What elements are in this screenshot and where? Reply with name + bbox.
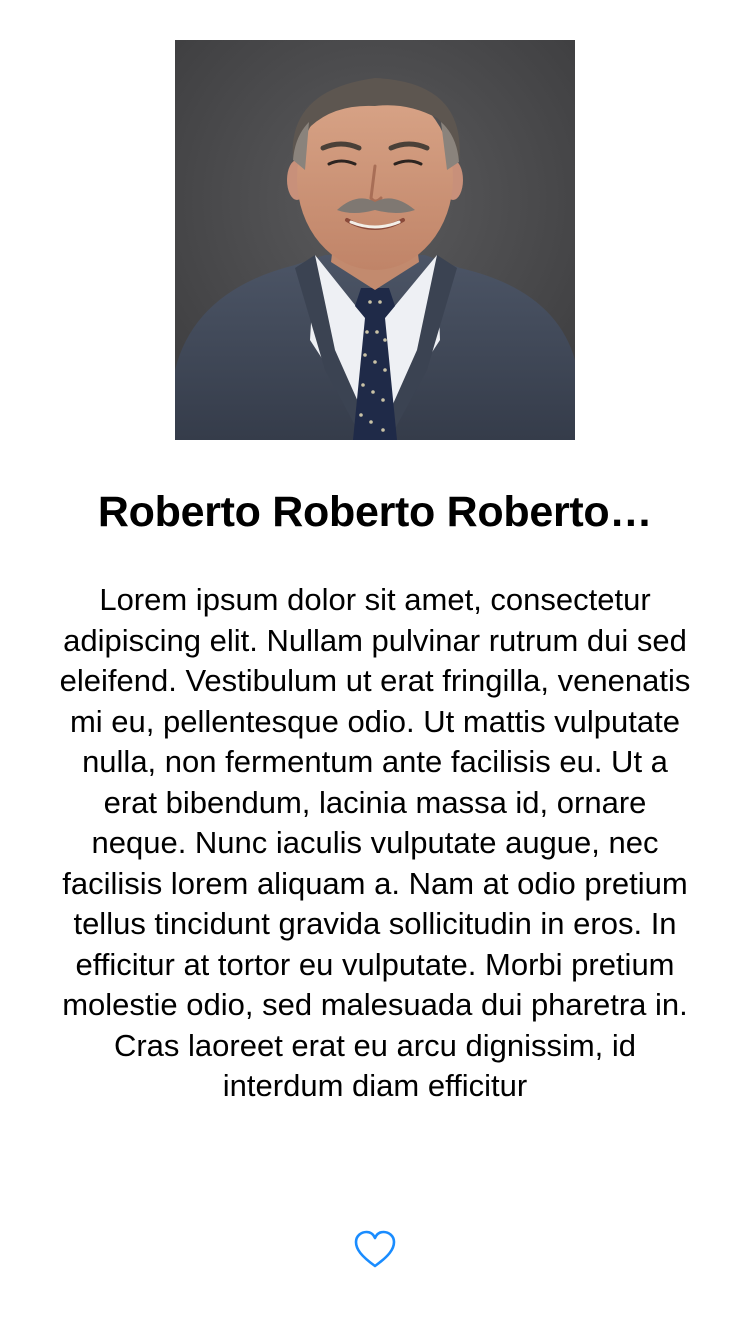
heart-outline-icon [351,1230,399,1275]
profile-photo [175,40,575,440]
like-button[interactable] [351,1228,399,1272]
profile-bio: Lorem ipsum dolor sit amet, consectetur … [59,582,691,1103]
profile-name: Roberto Roberto Roberto… [97,488,653,536]
